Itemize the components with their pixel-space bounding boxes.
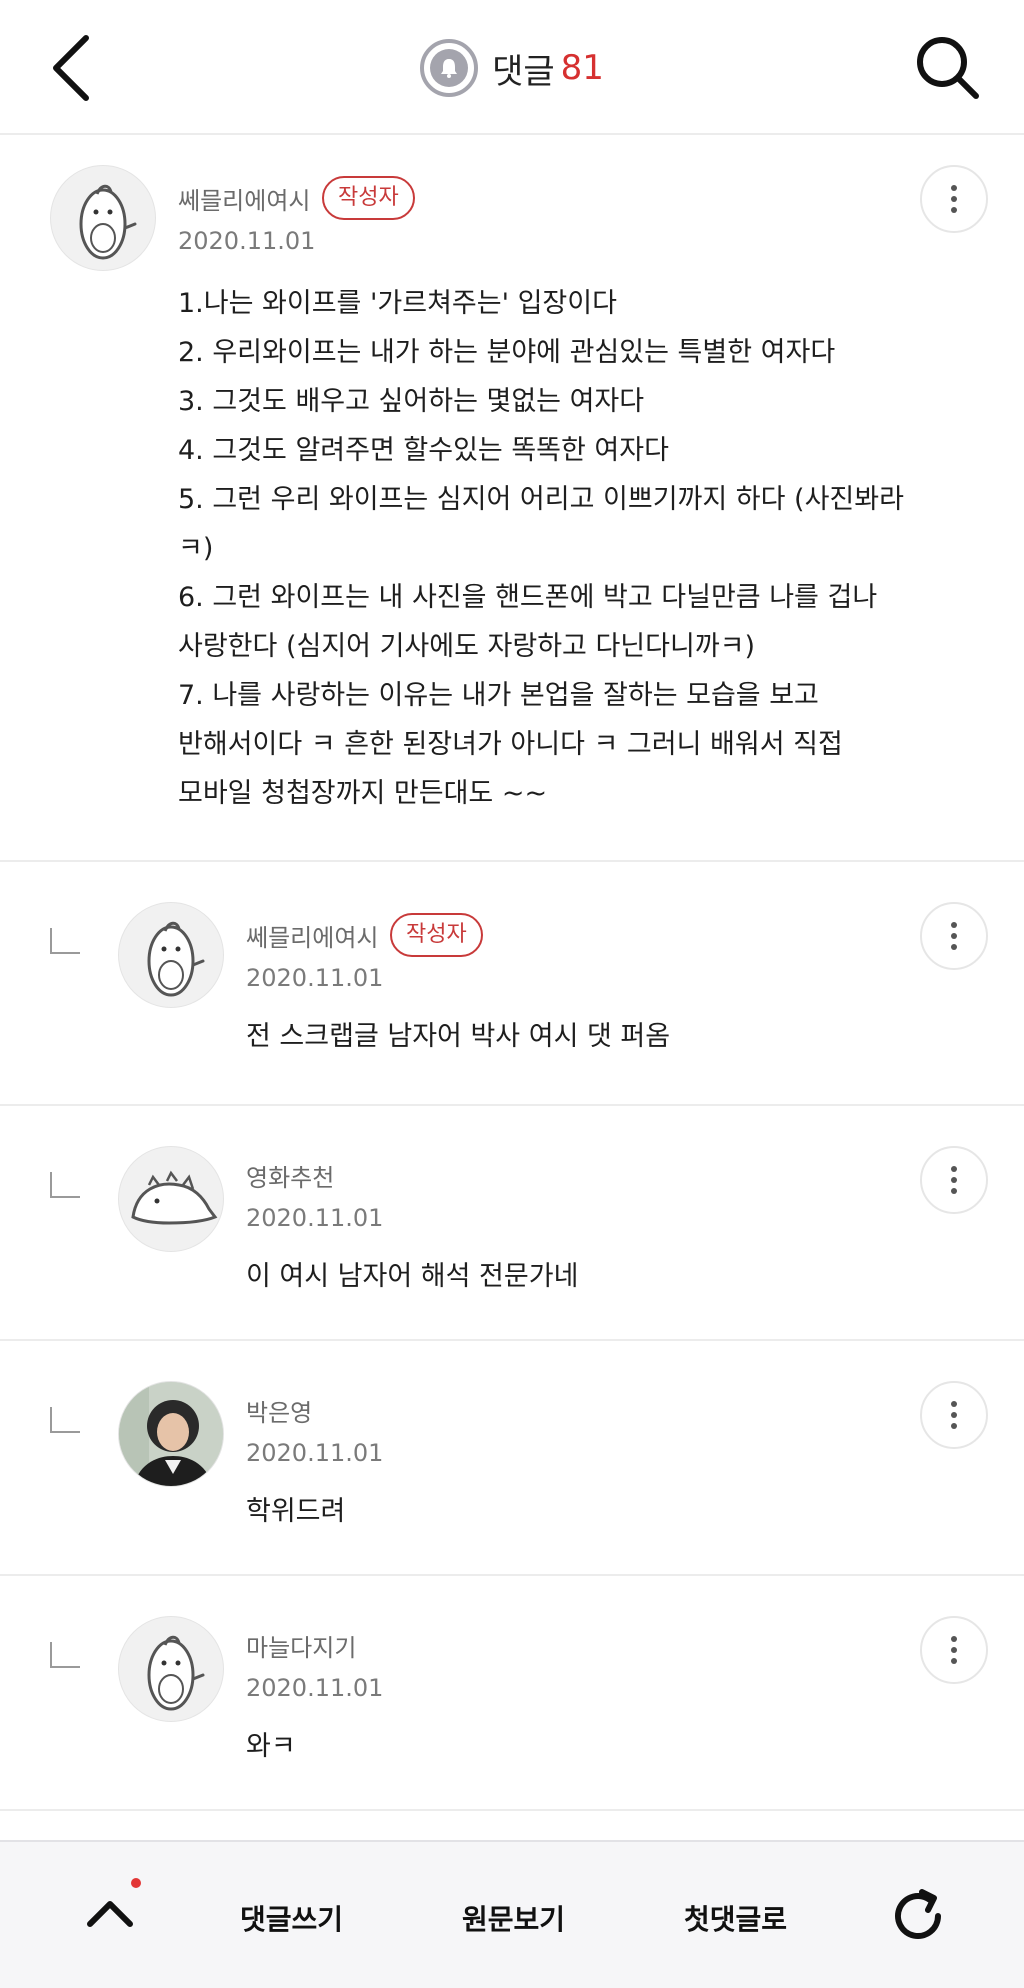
chevron-up-icon[interactable] <box>82 1886 138 1942</box>
author-badge: 작성자 <box>390 913 483 957</box>
more-options-button[interactable] <box>920 165 988 233</box>
more-options-button[interactable] <box>920 1381 988 1449</box>
author-name[interactable]: 박은영 <box>246 1393 312 1428</box>
reply-indicator-icon <box>50 1172 80 1198</box>
comment-text: 학위드려 <box>246 1496 346 1527</box>
title-label: 댓글 <box>492 51 555 92</box>
author-name[interactable]: 쎄믈리에여시 <box>178 181 310 216</box>
first-comment-button[interactable]: 첫댓글로 <box>684 1898 787 1938</box>
write-comment-button[interactable]: 댓글쓰기 <box>240 1898 343 1938</box>
notification-dot <box>131 1878 141 1888</box>
comment-count: 81 <box>560 48 604 88</box>
avatar[interactable] <box>118 1146 224 1252</box>
page-title: 댓글 81 <box>0 38 1024 98</box>
view-original-button[interactable]: 원문보기 <box>462 1898 565 1938</box>
comment-date: 2020.11.01 <box>246 1674 384 1702</box>
avatar[interactable] <box>118 1381 224 1487</box>
reply-indicator-icon <box>50 1642 80 1668</box>
comment-date: 2020.11.01 <box>246 1204 384 1232</box>
comment-date: 2020.11.01 <box>246 964 384 992</box>
reply-item: 박은영 2020.11.01 학위드려 <box>0 1341 1024 1576</box>
comment-text: 1.나는 와이프를 '가르쳐주는' 입장이다 2. 우리와이프는 내가 하는 분… <box>178 288 904 809</box>
reply-item: 마늘다지기 2020.11.01 와ㅋ <box>0 1576 1024 1811</box>
more-options-button[interactable] <box>920 1146 988 1214</box>
bottom-toolbar: 댓글쓰기 원문보기 첫댓글로 <box>0 1840 1024 1988</box>
avatar[interactable] <box>118 902 224 1008</box>
refresh-icon[interactable] <box>888 1886 948 1946</box>
comment-text: 이 여시 남자어 해석 전문가네 <box>246 1261 579 1292</box>
reply-item: 쎄믈리에여시 작성자 2020.11.01 전 스크랩글 남자어 박사 여시 댓… <box>0 862 1024 1106</box>
comment-date: 2020.11.01 <box>178 227 316 255</box>
avatar[interactable] <box>50 165 156 271</box>
more-options-button[interactable] <box>920 1616 988 1684</box>
author-name[interactable]: 영화추천 <box>246 1158 334 1193</box>
author-badge: 작성자 <box>322 176 415 220</box>
comment-text: 와ㅋ <box>246 1731 296 1762</box>
reply-item: 영화추천 2020.11.01 이 여시 남자어 해석 전문가네 <box>0 1106 1024 1341</box>
search-icon[interactable] <box>914 34 980 100</box>
avatar[interactable] <box>118 1616 224 1722</box>
reply-indicator-icon <box>50 1407 80 1433</box>
comment-item: 쎄믈리에여시 작성자 2020.11.01 1.나는 와이프를 '가르쳐주는' … <box>0 135 1024 862</box>
author-name[interactable]: 쎄믈리에여시 <box>246 918 378 953</box>
comment-text: 전 스크랩글 남자어 박사 여시 댓 퍼옴 <box>246 1021 671 1052</box>
header-bar: 댓글 81 <box>0 0 1024 135</box>
reply-indicator-icon <box>50 928 80 954</box>
bell-icon[interactable] <box>420 39 479 97</box>
author-name[interactable]: 마늘다지기 <box>246 1628 356 1663</box>
comment-date: 2020.11.01 <box>246 1439 384 1467</box>
more-options-button[interactable] <box>920 902 988 970</box>
